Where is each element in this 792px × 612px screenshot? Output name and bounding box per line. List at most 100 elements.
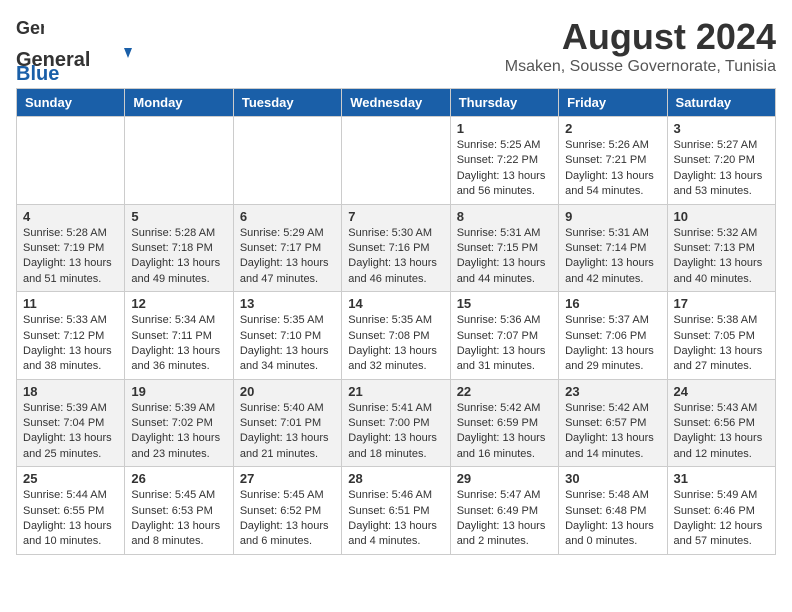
day-number: 10 [674, 209, 769, 224]
day-number: 26 [131, 471, 226, 486]
day-number: 15 [457, 296, 552, 311]
day-number: 13 [240, 296, 335, 311]
day-cell: 24Sunrise: 5:43 AM Sunset: 6:56 PM Dayli… [667, 379, 775, 467]
svg-text:Blue: Blue [16, 63, 59, 80]
day-info: Sunrise: 5:34 AM Sunset: 7:11 PM Dayligh… [131, 313, 226, 375]
day-cell [233, 117, 341, 205]
day-cell: 17 Sunrise: 5:38 AM Sunset: 7:05 PM Dayli… [667, 292, 775, 380]
day-cell: 27 Sunrise: 5:45 AM Sunset: 6:52 PM Dayli… [233, 467, 341, 555]
day-cell: 5 Sunrise: 5:28 AM Sunset: 7:18 PM Daylig… [125, 204, 233, 292]
day-number: 6 [240, 209, 335, 224]
day-number: 21 [348, 384, 443, 399]
day-cell: 29 Sunrise: 5:47 AM Sunset: 6:49 PM Dayli… [450, 467, 558, 555]
day-cell: 13 Sunrise: 5:35 AM Sunset: 7:10 PM Dayli… [233, 292, 341, 380]
calendar-table: SundayMondayTuesdayWednesdayThursdayFrid… [16, 88, 776, 555]
calendar-header-row: SundayMondayTuesdayWednesdayThursdayFrid… [17, 89, 776, 117]
day-cell: 11 Sunrise: 5:33 AM Sunset: 7:12 PM Dayli… [17, 292, 125, 380]
day-number: 28 [348, 471, 443, 486]
day-cell: 3 Sunrise: 5:27 AM Sunset: 7:20 PM Daylig… [667, 117, 775, 205]
day-info: Sunrise: 5:33 AM Sunset: 7:12 PM Dayligh… [23, 313, 118, 375]
column-header-thursday: Thursday [450, 89, 558, 117]
day-info: Sunrise: 5:37 AM Sunset: 7:06 PM Dayligh… [565, 313, 660, 375]
day-cell: 4Sunrise: 5:28 AM Sunset: 7:19 PM Daylig… [17, 204, 125, 292]
logo-icon: General [16, 16, 44, 44]
day-info: Sunrise: 5:36 AM Sunset: 7:07 PM Dayligh… [457, 313, 552, 375]
day-info: Sunrise: 5:41 AM Sunset: 7:00 PM Dayligh… [348, 401, 443, 463]
day-info: Sunrise: 5:47 AM Sunset: 6:49 PM Dayligh… [457, 488, 552, 550]
day-number: 5 [131, 209, 226, 224]
day-info: Sunrise: 5:28 AM Sunset: 7:19 PM Dayligh… [23, 226, 118, 288]
day-info: Sunrise: 5:39 AM Sunset: 7:04 PM Dayligh… [23, 401, 118, 463]
day-cell: 8 Sunrise: 5:31 AM Sunset: 7:15 PM Daylig… [450, 204, 558, 292]
day-info: Sunrise: 5:35 AM Sunset: 7:08 PM Dayligh… [348, 313, 443, 375]
day-cell: 10Sunrise: 5:32 AM Sunset: 7:13 PM Dayli… [667, 204, 775, 292]
day-number: 17 [674, 296, 769, 311]
day-cell: 23 Sunrise: 5:42 AM Sunset: 6:57 PM Dayli… [559, 379, 667, 467]
day-cell: 7 Sunrise: 5:30 AM Sunset: 7:16 PM Daylig… [342, 204, 450, 292]
day-info: Sunrise: 5:27 AM Sunset: 7:20 PM Dayligh… [674, 138, 769, 200]
day-cell: 1Sunrise: 5:25 AM Sunset: 7:22 PM Daylig… [450, 117, 558, 205]
day-cell: 28 Sunrise: 5:46 AM Sunset: 6:51 PM Dayli… [342, 467, 450, 555]
day-cell: 9 Sunrise: 5:31 AM Sunset: 7:14 PM Daylig… [559, 204, 667, 292]
day-cell: 6 Sunrise: 5:29 AM Sunset: 7:17 PM Daylig… [233, 204, 341, 292]
day-number: 16 [565, 296, 660, 311]
day-cell: 30Sunrise: 5:48 AM Sunset: 6:48 PM Dayli… [559, 467, 667, 555]
column-header-wednesday: Wednesday [342, 89, 450, 117]
svg-text:General: General [16, 18, 44, 38]
logo-full: General Blue [16, 44, 136, 80]
day-number: 31 [674, 471, 769, 486]
day-number: 25 [23, 471, 118, 486]
day-info: Sunrise: 5:44 AM Sunset: 6:55 PM Dayligh… [23, 488, 118, 550]
day-cell: 21 Sunrise: 5:41 AM Sunset: 7:00 PM Dayli… [342, 379, 450, 467]
day-cell: 25 Sunrise: 5:44 AM Sunset: 6:55 PM Dayli… [17, 467, 125, 555]
day-info: Sunrise: 5:46 AM Sunset: 6:51 PM Dayligh… [348, 488, 443, 550]
day-number: 24 [674, 384, 769, 399]
column-header-saturday: Saturday [667, 89, 775, 117]
day-info: Sunrise: 5:35 AM Sunset: 7:10 PM Dayligh… [240, 313, 335, 375]
day-cell: 15 Sunrise: 5:36 AM Sunset: 7:07 PM Dayli… [450, 292, 558, 380]
day-info: Sunrise: 5:31 AM Sunset: 7:15 PM Dayligh… [457, 226, 552, 288]
day-number: 12 [131, 296, 226, 311]
title-area: August 2024 Msaken, Sousse Governorate, … [505, 16, 776, 76]
day-cell: 19Sunrise: 5:39 AM Sunset: 7:02 PM Dayli… [125, 379, 233, 467]
day-cell: 22Sunrise: 5:42 AM Sunset: 6:59 PM Dayli… [450, 379, 558, 467]
day-cell: 31 Sunrise: 5:49 AM Sunset: 6:46 PM Dayli… [667, 467, 775, 555]
day-number: 29 [457, 471, 552, 486]
day-info: Sunrise: 5:30 AM Sunset: 7:16 PM Dayligh… [348, 226, 443, 288]
day-info: Sunrise: 5:45 AM Sunset: 6:53 PM Dayligh… [131, 488, 226, 550]
day-number: 2 [565, 121, 660, 136]
day-number: 9 [565, 209, 660, 224]
day-info: Sunrise: 5:45 AM Sunset: 6:52 PM Dayligh… [240, 488, 335, 550]
day-number: 7 [348, 209, 443, 224]
day-number: 27 [240, 471, 335, 486]
day-cell: 16 Sunrise: 5:37 AM Sunset: 7:06 PM Dayli… [559, 292, 667, 380]
week-row-5: 25 Sunrise: 5:44 AM Sunset: 6:55 PM Dayli… [17, 467, 776, 555]
day-info: Sunrise: 5:49 AM Sunset: 6:46 PM Dayligh… [674, 488, 769, 550]
day-info: Sunrise: 5:31 AM Sunset: 7:14 PM Dayligh… [565, 226, 660, 288]
day-number: 11 [23, 296, 118, 311]
day-cell: 14 Sunrise: 5:35 AM Sunset: 7:08 PM Dayli… [342, 292, 450, 380]
day-number: 20 [240, 384, 335, 399]
day-number: 3 [674, 121, 769, 136]
day-cell: 20Sunrise: 5:40 AM Sunset: 7:01 PM Dayli… [233, 379, 341, 467]
day-number: 22 [457, 384, 552, 399]
day-info: Sunrise: 5:28 AM Sunset: 7:18 PM Dayligh… [131, 226, 226, 288]
day-info: Sunrise: 5:42 AM Sunset: 6:57 PM Dayligh… [565, 401, 660, 463]
logo: General General Blue [16, 16, 136, 80]
page-title: August 2024 [505, 16, 776, 58]
day-number: 1 [457, 121, 552, 136]
week-row-3: 11 Sunrise: 5:33 AM Sunset: 7:12 PM Dayli… [17, 292, 776, 380]
day-number: 18 [23, 384, 118, 399]
column-header-tuesday: Tuesday [233, 89, 341, 117]
day-cell: 12 Sunrise: 5:34 AM Sunset: 7:11 PM Dayli… [125, 292, 233, 380]
week-row-2: 4Sunrise: 5:28 AM Sunset: 7:19 PM Daylig… [17, 204, 776, 292]
day-cell: 18 Sunrise: 5:39 AM Sunset: 7:04 PM Dayli… [17, 379, 125, 467]
day-number: 8 [457, 209, 552, 224]
day-info: Sunrise: 5:39 AM Sunset: 7:02 PM Dayligh… [131, 401, 226, 463]
day-number: 23 [565, 384, 660, 399]
day-number: 14 [348, 296, 443, 311]
day-cell: 2Sunrise: 5:26 AM Sunset: 7:21 PM Daylig… [559, 117, 667, 205]
page-subtitle: Msaken, Sousse Governorate, Tunisia [505, 58, 776, 76]
day-info: Sunrise: 5:29 AM Sunset: 7:17 PM Dayligh… [240, 226, 335, 288]
day-info: Sunrise: 5:38 AM Sunset: 7:05 PM Dayligh… [674, 313, 769, 375]
